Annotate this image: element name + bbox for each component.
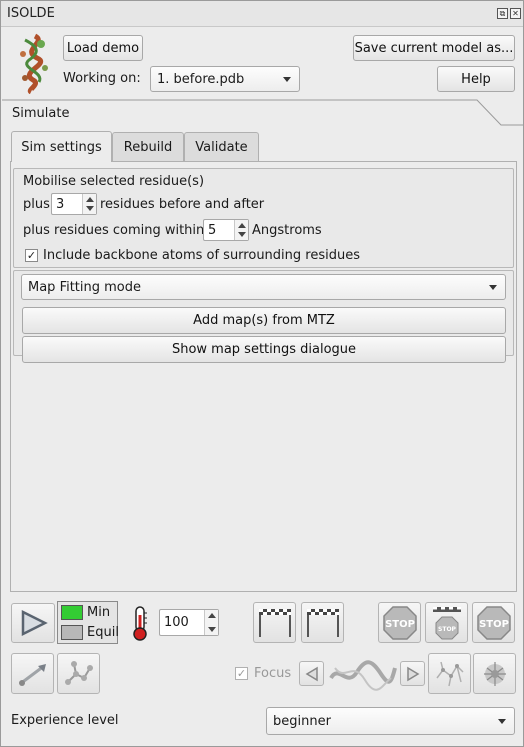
- checkered-flag-icon: [306, 608, 339, 637]
- working-on-select[interactable]: 1. before.pdb: [150, 66, 300, 92]
- section-title[interactable]: Simulate: [12, 106, 69, 121]
- experience-level-value: beginner: [273, 713, 331, 729]
- focus-label: Focus: [254, 666, 292, 681]
- within-label: plus residues coming within: [23, 223, 205, 238]
- chevron-down-icon: [498, 719, 506, 724]
- angstroms-label: Angstroms: [252, 223, 322, 238]
- tab-label: Validate: [195, 139, 248, 155]
- stop-sign-icon: STOP: [476, 605, 511, 640]
- stop-keep-checkpoint-button[interactable]: STOP: [425, 602, 468, 643]
- tab-label: Rebuild: [123, 139, 173, 155]
- residues-before-after-stepper[interactable]: 3: [51, 193, 97, 215]
- play-icon: [21, 609, 48, 637]
- molecule-preview-icon: [329, 660, 397, 691]
- local-structure-button[interactable]: [473, 653, 516, 694]
- save-model-button[interactable]: Save current model as...: [353, 35, 515, 61]
- residue-tug-icon: [64, 660, 93, 685]
- store-checkpoint-button[interactable]: [253, 602, 296, 643]
- stop-sign-icon: STOP: [382, 605, 417, 640]
- arrow-down-icon[interactable]: [208, 627, 216, 632]
- backbone-checkbox[interactable]: ✓: [25, 249, 38, 262]
- revert-checkpoint-button[interactable]: [301, 602, 344, 643]
- thermometer-icon: [133, 606, 147, 641]
- stop-label: STOP: [438, 626, 457, 633]
- section-header-shape: [2, 99, 523, 126]
- stepper-value: 5: [208, 222, 217, 238]
- experience-level-select[interactable]: beginner: [266, 707, 515, 735]
- stop-checkpoint-icon: STOP: [432, 606, 461, 639]
- tug-atom-button[interactable]: [11, 653, 54, 694]
- tug-residue-button[interactable]: [57, 653, 100, 694]
- triangle-right-icon: [406, 666, 419, 681]
- load-demo-button[interactable]: Load demo: [63, 35, 143, 61]
- sim-settings-panel: Mobilise selected residue(s) plus 3 resi…: [10, 161, 517, 592]
- add-map-from-mtz-button[interactable]: Add map(s) from MTZ: [22, 307, 506, 334]
- min-indicator[interactable]: [61, 605, 83, 620]
- stepper-value: 3: [56, 196, 65, 212]
- arrow-down-icon[interactable]: [86, 206, 94, 211]
- chevron-down-icon: [283, 77, 291, 82]
- stop-discard-button[interactable]: STOP: [378, 602, 421, 643]
- sim-mode-selector: Min Equil: [57, 601, 119, 644]
- map-mode-group: Map Fitting mode Add map(s) from MTZ Sho…: [13, 270, 514, 363]
- temperature-stepper[interactable]: 100: [159, 609, 219, 636]
- show-map-settings-button[interactable]: Show map settings dialogue: [22, 336, 506, 363]
- min-label: Min: [87, 605, 111, 620]
- tab-rebuild[interactable]: Rebuild: [112, 132, 184, 161]
- backbone-label: Include backbone atoms of surrounding re…: [43, 248, 360, 263]
- equil-label: Equil: [87, 625, 119, 640]
- stop-label: STOP: [385, 619, 415, 630]
- previous-residue-button[interactable]: [299, 661, 324, 686]
- working-on-value: 1. before.pdb: [157, 71, 245, 87]
- mode-select[interactable]: Map Fitting mode: [21, 274, 506, 300]
- within-distance-stepper[interactable]: 5: [203, 219, 249, 241]
- isolde-window: ISOLDE ⧉ ✕ Load demo Save current model …: [0, 0, 524, 747]
- arrow-up-icon[interactable]: [86, 197, 94, 202]
- close-icon[interactable]: ✕: [510, 8, 521, 19]
- mobilise-label: Mobilise selected residue(s): [23, 174, 205, 189]
- arrow-up-icon[interactable]: [208, 613, 216, 618]
- equil-indicator[interactable]: [61, 625, 83, 640]
- title-bar: ISOLDE ⧉ ✕: [1, 1, 523, 27]
- play-button[interactable]: [11, 603, 55, 643]
- flip-peptide-button[interactable]: [428, 653, 471, 694]
- stop-keep-current-button[interactable]: STOP: [472, 602, 515, 643]
- arrow-up-icon[interactable]: [238, 223, 246, 228]
- arrow-down-icon[interactable]: [238, 232, 246, 237]
- window-title: ISOLDE: [7, 6, 55, 21]
- experience-level-label: Experience level: [11, 713, 119, 728]
- tug-arrow-icon: [18, 663, 46, 686]
- working-on-label: Working on:: [63, 71, 141, 86]
- isolde-logo-icon: [20, 33, 48, 94]
- stop-label: STOP: [479, 619, 509, 630]
- help-button[interactable]: Help: [437, 66, 515, 92]
- temperature-value: 100: [164, 615, 189, 630]
- tab-sim-settings[interactable]: Sim settings: [11, 131, 112, 162]
- dense-atoms-icon: [483, 661, 506, 686]
- focus-checkbox[interactable]: ✓: [235, 667, 248, 680]
- plus-label: plus: [23, 197, 50, 212]
- chevron-down-icon: [489, 285, 497, 290]
- mode-value: Map Fitting mode: [28, 279, 142, 295]
- mobilise-group: Mobilise selected residue(s) plus 3 resi…: [13, 168, 514, 268]
- tab-label: Sim settings: [21, 139, 102, 155]
- next-residue-button[interactable]: [400, 661, 425, 686]
- checkered-flag-icon: [258, 608, 291, 637]
- residues-label: residues before and after: [100, 197, 265, 212]
- triangle-left-icon: [305, 666, 318, 681]
- float-icon[interactable]: ⧉: [497, 8, 508, 19]
- peptide-structure-icon: [435, 661, 464, 686]
- tab-validate[interactable]: Validate: [184, 132, 259, 161]
